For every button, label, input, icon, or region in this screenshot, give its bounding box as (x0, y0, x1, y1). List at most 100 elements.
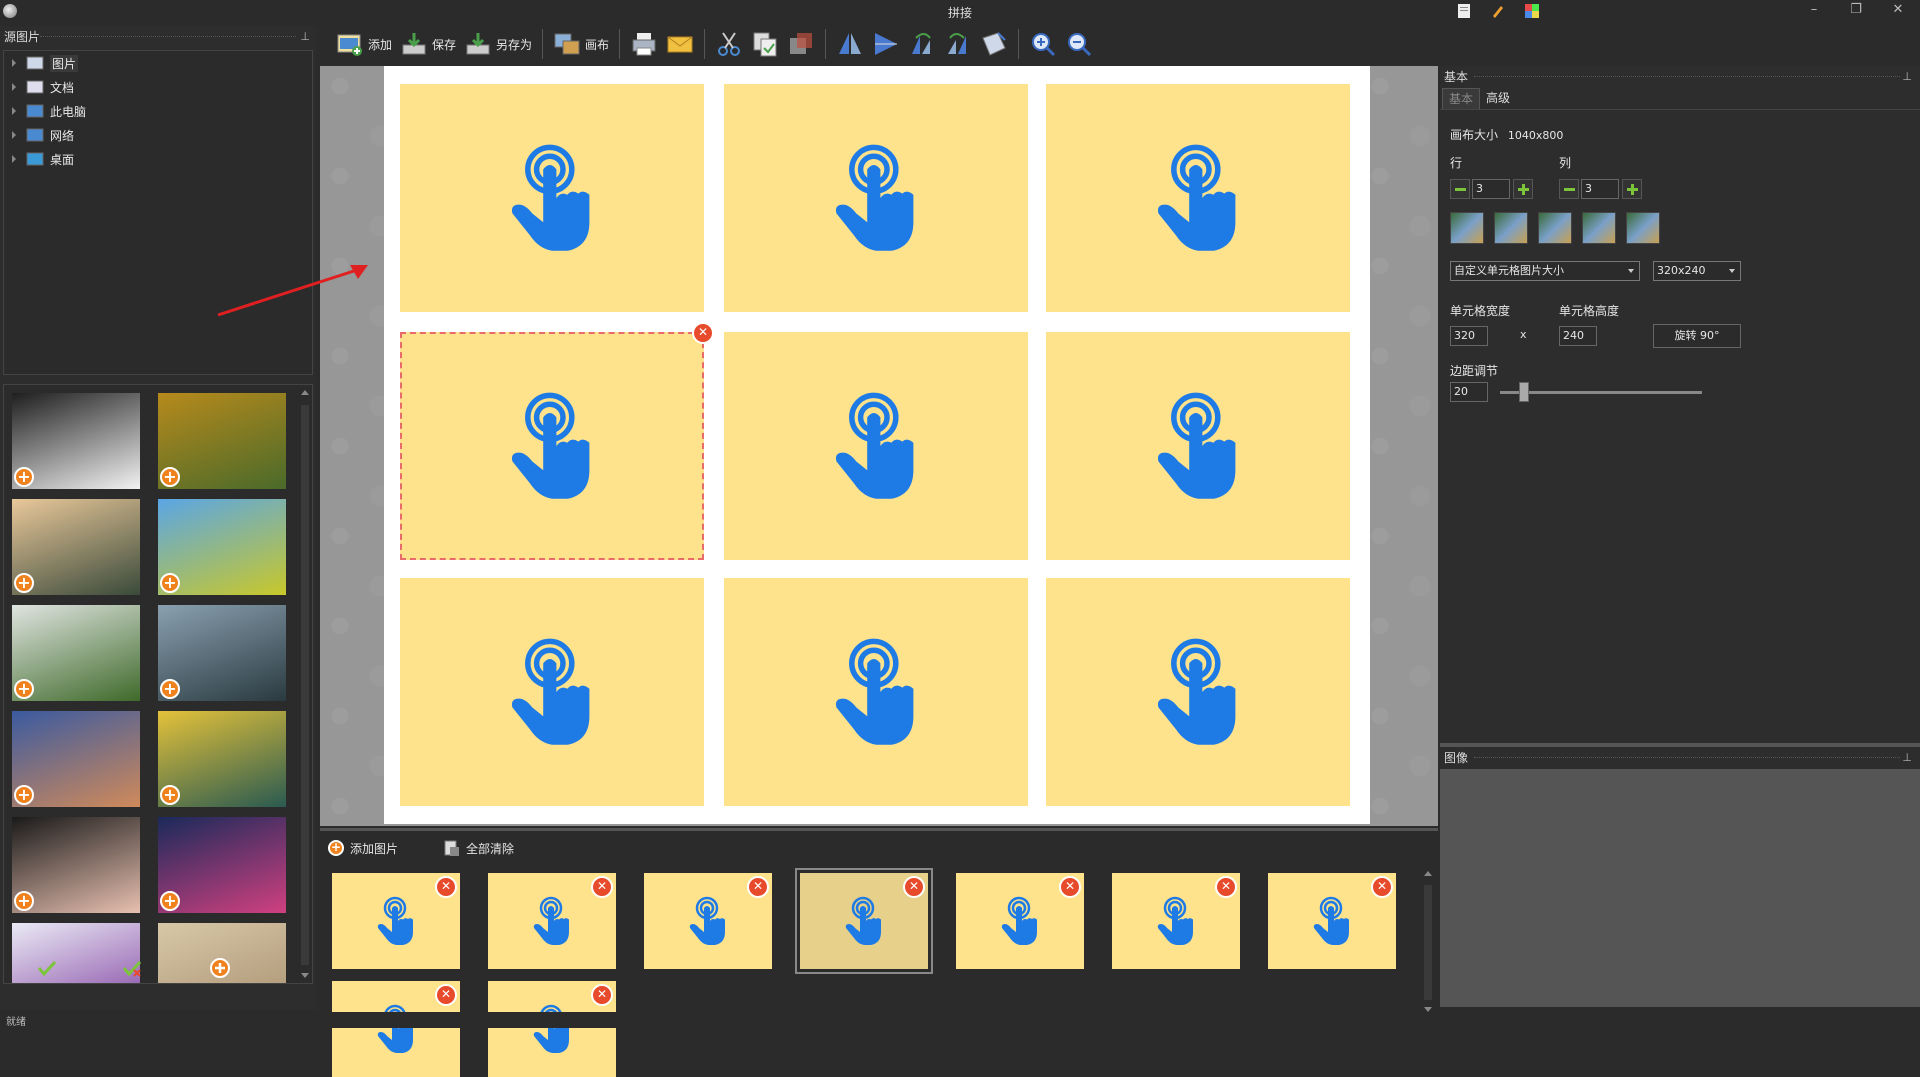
flip-horizontal-button[interactable] (868, 26, 904, 62)
thumbnail-bridge-dusk[interactable]: + (12, 711, 140, 807)
canvas-cell[interactable] (400, 84, 704, 312)
add-thumbnail-icon[interactable]: + (160, 467, 180, 487)
rows-decrement-button[interactable] (1450, 179, 1470, 199)
crop-button[interactable] (783, 26, 819, 62)
print-button[interactable] (626, 26, 662, 62)
add-thumbnail-icon[interactable]: + (14, 891, 34, 911)
remove-image-button[interactable]: ✕ (591, 984, 613, 1006)
copy-button[interactable] (747, 26, 783, 62)
add-thumbnail-icon[interactable]: + (160, 679, 180, 699)
thumbnail-green-tree-field[interactable]: + (158, 499, 286, 595)
tab-basic[interactable]: 基本 (1442, 88, 1481, 109)
strip-image[interactable]: ✕ (1112, 873, 1240, 969)
tab-advanced[interactable]: 高级 (1480, 88, 1516, 109)
add-thumbnail-icon[interactable]: + (160, 785, 180, 805)
thumbnail-misty-hills-forest[interactable]: + (12, 605, 140, 701)
remove-image-button[interactable]: ✕ (435, 984, 457, 1006)
save-button[interactable]: 保存 (396, 26, 460, 62)
thumbnail-yellow-houses[interactable]: + (158, 711, 286, 807)
add-thumbnail-icon[interactable]: + (14, 467, 34, 487)
thumbnail-scrollbar[interactable] (298, 385, 312, 983)
expand-icon[interactable] (12, 155, 16, 163)
tree-item[interactable]: 桌面 (4, 147, 312, 171)
cols-decrement-button[interactable] (1559, 179, 1579, 199)
tree-item[interactable]: 图片 (4, 51, 312, 75)
remove-image-button[interactable]: ✕ (903, 876, 925, 898)
check-icon[interactable] (37, 959, 57, 980)
expand-icon[interactable] (12, 83, 16, 91)
cell-size-mode-select[interactable]: 自定义单元格图片大小 (1450, 261, 1640, 281)
add-button[interactable]: 添加 (332, 26, 396, 62)
check-all-icon[interactable] (122, 958, 144, 981)
cell-width-input[interactable]: 320 (1450, 326, 1488, 346)
canvas-cell[interactable] (400, 578, 704, 806)
cols-input[interactable]: 3 (1581, 179, 1619, 199)
remove-image-button[interactable]: ✕ (747, 876, 769, 898)
expand-icon[interactable] (12, 59, 16, 67)
page-icon[interactable] (1456, 3, 1472, 19)
save-as-button[interactable]: 另存为 (460, 26, 536, 62)
rotate-90-button[interactable]: 旋转 90° (1653, 324, 1741, 348)
expand-icon[interactable] (12, 131, 16, 139)
tree-item[interactable]: 网络 (4, 123, 312, 147)
rows-increment-button[interactable] (1513, 179, 1533, 199)
add-thumbnail-icon[interactable]: + (160, 573, 180, 593)
thumbnail-screenshot-ui[interactable]: + (12, 393, 140, 489)
add-all-icon[interactable] (209, 957, 231, 982)
cell-height-input[interactable]: 240 (1559, 326, 1597, 346)
layout-preset-2-button[interactable] (1494, 212, 1528, 244)
flip-vertical-button[interactable] (832, 26, 868, 62)
remove-image-button[interactable]: ✕ (1371, 876, 1393, 898)
canvas-cell[interactable] (724, 332, 1028, 560)
tree-item[interactable]: 此电脑 (4, 99, 312, 123)
pencil-icon[interactable] (1490, 3, 1506, 19)
remove-image-button[interactable]: ✕ (1215, 876, 1237, 898)
remove-cell-button[interactable]: ✕ (692, 322, 714, 344)
thumbnail-river-boat-mountains[interactable]: + (158, 605, 286, 701)
margin-input[interactable]: 20 (1450, 382, 1488, 402)
layout-preset-5-button[interactable] (1626, 212, 1660, 244)
canvas-cell[interactable] (1046, 332, 1350, 560)
rotate-left-button[interactable] (904, 26, 940, 62)
cell-size-preset-select[interactable]: 320x240 (1653, 261, 1741, 281)
strip-image[interactable]: ✕ (1268, 873, 1396, 969)
canvas-cell[interactable] (724, 84, 1028, 312)
zoom-in-button[interactable] (1025, 26, 1061, 62)
canvas-cell[interactable] (1046, 578, 1350, 806)
canvas-cell[interactable] (1046, 84, 1350, 312)
add-thumbnail-icon[interactable]: + (160, 891, 180, 911)
strip-scrollbar[interactable] (1422, 867, 1434, 1017)
pin-icon[interactable]: ⊥ (1902, 66, 1912, 88)
add-thumbnail-icon[interactable]: + (14, 785, 34, 805)
expand-icon[interactable] (12, 107, 16, 115)
add-thumbnail-icon[interactable]: + (14, 573, 34, 593)
transform-button[interactable] (976, 26, 1012, 62)
strip-image[interactable]: ✕ (332, 981, 460, 1077)
strip-image[interactable]: ✕ (795, 868, 933, 974)
strip-image[interactable]: ✕ (488, 873, 616, 969)
canvas-button[interactable]: 画布 (549, 26, 613, 62)
strip-image[interactable]: ✕ (332, 873, 460, 969)
remove-image-button[interactable]: ✕ (591, 876, 613, 898)
tree-item[interactable]: 文档 (4, 75, 312, 99)
rotate-right-button[interactable] (940, 26, 976, 62)
email-button[interactable] (662, 26, 698, 62)
zoom-out-button[interactable] (1061, 26, 1097, 62)
layout-preset-3-button[interactable] (1538, 212, 1572, 244)
close-window-button[interactable]: ✕ (1888, 2, 1908, 17)
strip-image[interactable]: ✕ (488, 981, 616, 1077)
thumbnail-portrait-girl[interactable]: + (12, 817, 140, 913)
rows-input[interactable]: 3 (1472, 179, 1510, 199)
strip-image[interactable]: ✕ (644, 873, 772, 969)
restore-button[interactable]: ❐ (1846, 2, 1866, 17)
canvas-cell[interactable] (724, 578, 1028, 806)
remove-image-button[interactable]: ✕ (1059, 876, 1081, 898)
layout-preset-1-button[interactable] (1450, 212, 1484, 244)
pin-icon[interactable]: ⊥ (1902, 747, 1912, 769)
thumbnail-misty-temple[interactable]: + (12, 499, 140, 595)
margin-slider-track[interactable] (1500, 391, 1702, 394)
cols-increment-button[interactable] (1622, 179, 1642, 199)
thumbnail-autumn-forest-road[interactable]: + (158, 393, 286, 489)
palette-icon[interactable] (1524, 3, 1540, 19)
strip-image[interactable]: ✕ (956, 873, 1084, 969)
